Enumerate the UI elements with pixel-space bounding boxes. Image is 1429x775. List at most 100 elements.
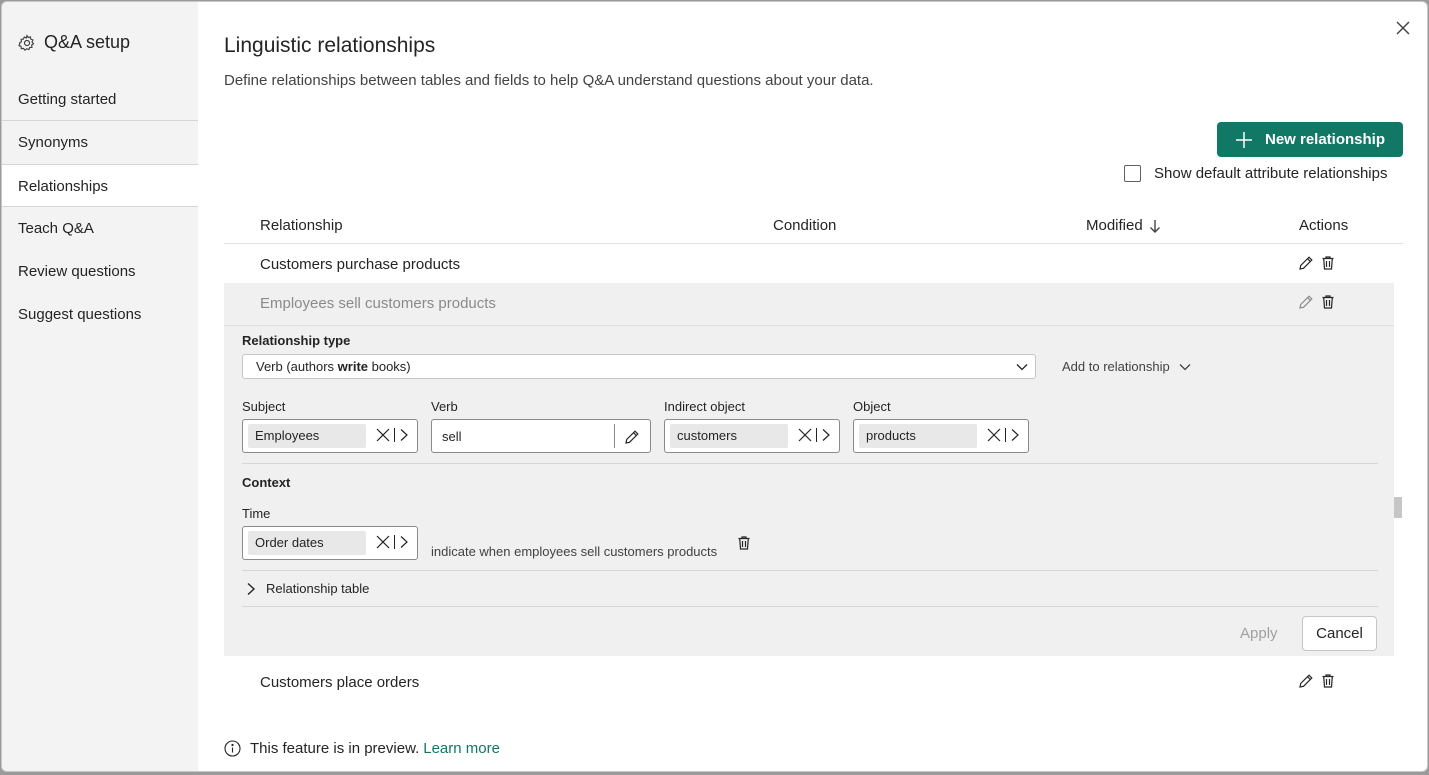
- sidebar-item-teach-qa[interactable]: Teach Q&A: [2, 207, 198, 250]
- sidebar-item-suggest-questions[interactable]: Suggest questions: [2, 293, 198, 336]
- relationship-table-label: Relationship table: [266, 581, 370, 596]
- verb-input[interactable]: sell: [442, 429, 462, 444]
- remove-x-icon[interactable]: [798, 428, 812, 442]
- separator: [394, 535, 395, 549]
- chevron-down-icon: [1179, 363, 1191, 370]
- remove-x-icon[interactable]: [376, 535, 390, 549]
- add-to-relationship-label: Add to relationship: [1062, 359, 1170, 374]
- context-label: Context: [242, 475, 291, 490]
- new-relationship-button[interactable]: New relationship: [1217, 122, 1403, 157]
- subject-field[interactable]: Employees: [242, 419, 418, 453]
- column-header-relationship[interactable]: Relationship: [260, 217, 343, 234]
- verb-label: Verb: [431, 399, 458, 414]
- divider: [242, 606, 1378, 607]
- sidebar-title: Q&A setup: [18, 32, 130, 53]
- relationship-text: Employees sell customers products: [260, 295, 496, 312]
- table-row[interactable]: Customers purchase products: [224, 244, 1403, 287]
- delete-trash-icon[interactable]: [1320, 673, 1336, 689]
- table-row[interactable]: Customers place orders: [224, 662, 1403, 705]
- arrow-down-icon: [1149, 219, 1160, 233]
- edit-pencil-icon[interactable]: [1298, 673, 1314, 689]
- relationship-type-value-post: books): [368, 359, 411, 374]
- subject-label: Subject: [242, 399, 286, 414]
- sidebar-item-getting-started[interactable]: Getting started: [2, 78, 198, 121]
- delete-trash-icon[interactable]: [1320, 294, 1336, 310]
- subject-value: Employees: [255, 428, 320, 443]
- time-chip-tools: [376, 535, 409, 549]
- remove-x-icon[interactable]: [987, 428, 1001, 442]
- chevron-right-icon[interactable]: [399, 535, 409, 549]
- relationship-editor: Relationship type Verb (authors write bo…: [224, 326, 1394, 656]
- close-icon[interactable]: [1393, 18, 1413, 38]
- row-actions: [1298, 294, 1336, 310]
- time-label: Time: [242, 506, 271, 521]
- edit-pencil-icon[interactable]: [1298, 255, 1314, 271]
- new-relationship-label: New relationship: [1264, 131, 1386, 148]
- column-header-actions: Actions: [1299, 217, 1349, 234]
- time-description: indicate when employees sell customers p…: [431, 544, 718, 559]
- sidebar-title-text: Q&A setup: [44, 32, 131, 52]
- time-field[interactable]: Order dates: [242, 526, 418, 560]
- qa-setup-dialog: Q&A setup Getting started Synonyms Relat…: [1, 1, 1428, 772]
- table-row-expanded[interactable]: Employees sell customers products: [224, 283, 1394, 326]
- object-chip-tools: [987, 428, 1020, 442]
- separator: [816, 428, 817, 442]
- object-label: Object: [853, 399, 891, 414]
- chevron-down-icon: [1016, 364, 1028, 371]
- relationship-type-value-bold: write: [337, 359, 368, 374]
- chevron-right-icon[interactable]: [1010, 428, 1020, 442]
- column-header-modified-label: Modified: [1086, 217, 1143, 234]
- gear-icon: [18, 33, 35, 51]
- preview-notice: This feature is in preview. Learn more: [224, 740, 500, 757]
- apply-button[interactable]: Apply: [1240, 625, 1278, 642]
- learn-more-link[interactable]: Learn more: [423, 740, 500, 757]
- subject-chip: Employees: [248, 424, 366, 448]
- object-chip: products: [859, 424, 977, 448]
- indirect-object-value: customers: [677, 428, 737, 443]
- relationship-text: Customers purchase products: [260, 256, 461, 273]
- verb-field[interactable]: sell: [431, 419, 651, 453]
- page-title: Linguistic relationships: [224, 34, 436, 57]
- page-description: Define relationships between tables and …: [224, 72, 874, 89]
- column-header-modified[interactable]: Modified: [1086, 217, 1161, 234]
- object-field[interactable]: products: [853, 419, 1029, 453]
- sidebar: Q&A setup Getting started Synonyms Relat…: [2, 2, 198, 771]
- indirect-object-chip-tools: [798, 428, 831, 442]
- delete-trash-icon[interactable]: [1320, 255, 1336, 271]
- plus-icon: [1235, 131, 1252, 148]
- relationship-type-dropdown[interactable]: Verb (authors write books): [242, 354, 1036, 379]
- relationship-text: Customers place orders: [260, 674, 420, 691]
- row-actions: [1298, 673, 1336, 689]
- edit-pencil-icon[interactable]: [624, 429, 640, 445]
- time-value: Order dates: [255, 535, 324, 550]
- chevron-right-icon[interactable]: [821, 428, 831, 442]
- column-header-condition[interactable]: Condition: [773, 217, 836, 234]
- remove-x-icon[interactable]: [376, 428, 390, 442]
- add-to-relationship-menu[interactable]: Add to relationship: [1062, 359, 1192, 374]
- indirect-object-chip: customers: [670, 424, 788, 448]
- preview-text: This feature is in preview.: [250, 740, 420, 757]
- indirect-object-label: Indirect object: [664, 399, 745, 414]
- sidebar-item-synonyms[interactable]: Synonyms: [2, 121, 198, 164]
- show-default-attribute-toggle[interactable]: Show default attribute relationships: [1124, 165, 1387, 182]
- sidebar-item-review-questions[interactable]: Review questions: [2, 250, 198, 293]
- edit-pencil-icon[interactable]: [1298, 294, 1314, 310]
- separator: [394, 428, 395, 442]
- object-value: products: [866, 428, 916, 443]
- relationship-table-expander[interactable]: Relationship table: [246, 581, 369, 596]
- relationship-type-label: Relationship type: [242, 333, 351, 348]
- indirect-object-field[interactable]: customers: [664, 419, 840, 453]
- sidebar-item-relationships[interactable]: Relationships: [2, 164, 198, 207]
- separator: [1005, 428, 1006, 442]
- relationships-table-header: Relationship Condition Modified Actions: [224, 208, 1403, 244]
- show-default-checkbox[interactable]: [1124, 165, 1141, 182]
- show-default-label: Show default attribute relationships: [1154, 165, 1388, 182]
- chevron-right-icon[interactable]: [399, 428, 409, 442]
- scrollbar-thumb[interactable]: [1394, 497, 1402, 518]
- sidebar-nav: Getting started Synonyms Relationships T…: [2, 78, 198, 336]
- cancel-button[interactable]: Cancel: [1302, 616, 1377, 651]
- relationship-type-value-pre: Verb (authors: [256, 359, 338, 374]
- delete-trash-icon[interactable]: [736, 535, 752, 551]
- divider: [242, 570, 1378, 571]
- row-actions: [1298, 255, 1336, 271]
